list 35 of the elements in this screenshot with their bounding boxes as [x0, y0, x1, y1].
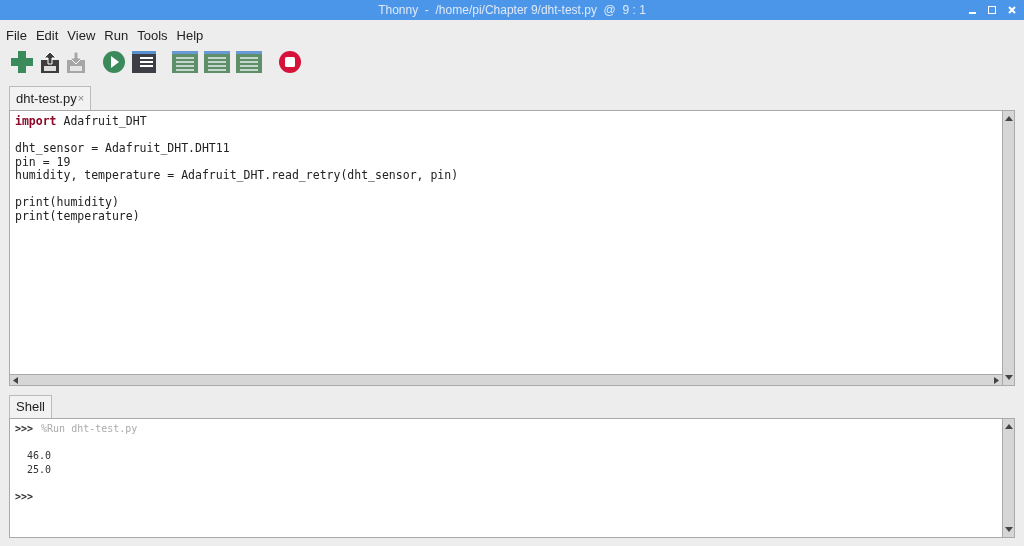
- shell-line: 25.0: [26, 462, 52, 476]
- window-title: Thonny - /home/pi/Chapter 9/dht-test.py @ 9 : 1: [378, 2, 646, 19]
- plus-icon[interactable]: [10, 50, 34, 74]
- right-arrow-icon[interactable]: [993, 376, 1000, 384]
- menu-item[interactable]: View: [67, 25, 96, 46]
- code-line: print(temperature): [15, 209, 140, 223]
- code-line: humidity, temperature = Adafruit_DHT.read_retry(dht_sensor, pin): [15, 169, 459, 183]
- menu-item[interactable]: Run: [104, 25, 129, 46]
- up-arrow-icon[interactable]: [1004, 423, 1013, 431]
- vertical-scrollbar[interactable]: [1002, 111, 1014, 385]
- play-icon[interactable]: [102, 50, 126, 74]
- menu-item[interactable]: Help: [176, 25, 204, 46]
- vertical-scrollbar[interactable]: [1002, 419, 1014, 537]
- stop-icon[interactable]: [278, 50, 302, 74]
- horizontal-scrollbar[interactable]: [10, 374, 1002, 385]
- code-line: import Adafruit_DHT: [15, 115, 147, 129]
- up-arrow-icon[interactable]: [1004, 115, 1013, 123]
- down-arrow-icon[interactable]: [1004, 373, 1013, 381]
- list-icon[interactable]: [132, 50, 156, 74]
- menu-item[interactable]: Tools: [137, 25, 168, 46]
- shell-tab[interactable]: Shell: [9, 395, 52, 418]
- maximize-icon[interactable]: [988, 6, 996, 14]
- menu-item[interactable]: Edit: [35, 25, 59, 46]
- close-icon[interactable]: [1008, 6, 1016, 14]
- code-line: print(humidity): [15, 196, 119, 210]
- upload-icon[interactable]: [40, 50, 60, 74]
- shell-line: >>> %Run dht-test.py: [15, 422, 138, 436]
- left-arrow-icon[interactable]: [12, 376, 19, 384]
- shell-line: 46.0: [26, 449, 52, 463]
- menu-item[interactable]: File: [6, 25, 27, 46]
- editor-tab[interactable]: dht-test.py×: [9, 86, 92, 110]
- code-line: pin = 19: [15, 155, 71, 169]
- shell-line: >>>: [15, 489, 34, 503]
- down-arrow-icon[interactable]: [1004, 525, 1013, 533]
- code-line: dht_sensor = Adafruit_DHT.DHT11: [15, 142, 230, 156]
